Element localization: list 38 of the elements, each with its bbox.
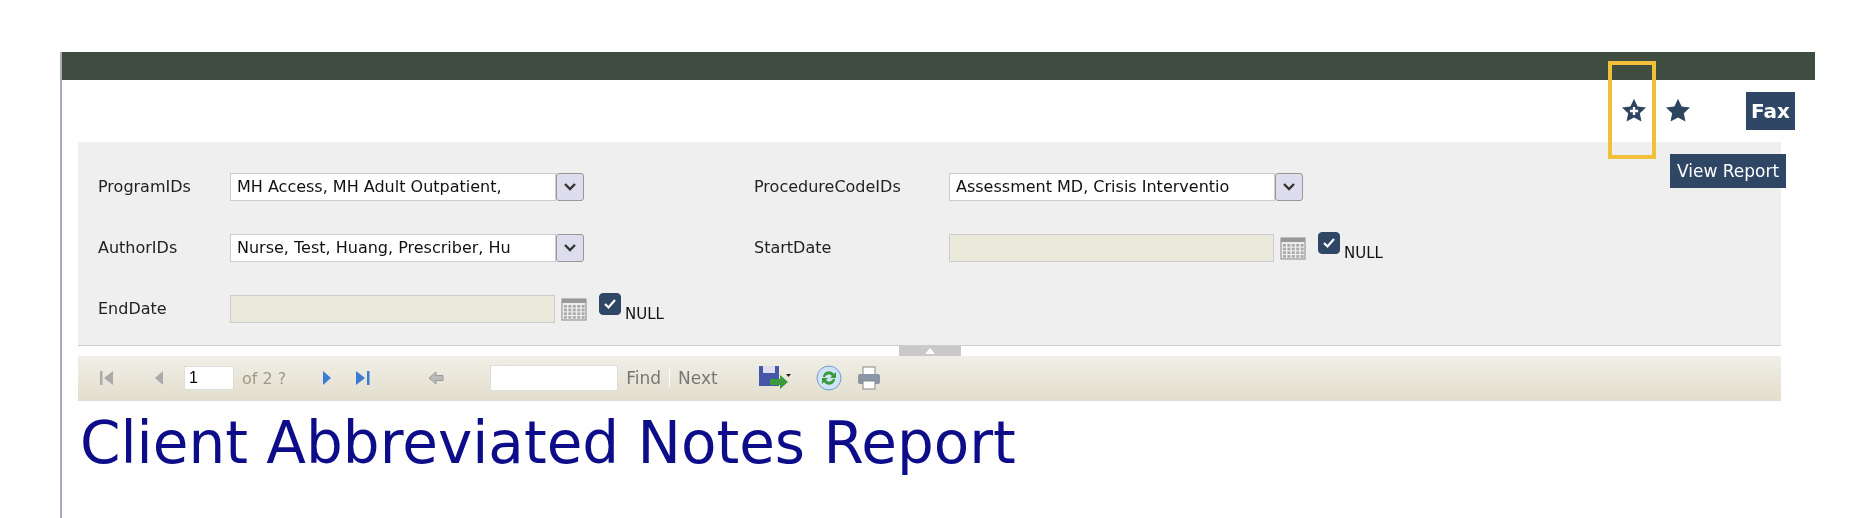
checkmark-icon bbox=[1322, 236, 1336, 249]
dropdown-button[interactable] bbox=[556, 172, 584, 201]
field-label: ProcedureCodeIDs bbox=[754, 177, 902, 196]
first-page-icon[interactable] bbox=[98, 369, 116, 387]
chevron-down-icon bbox=[1282, 181, 1296, 192]
printer-icon[interactable] bbox=[855, 366, 882, 390]
field-label: AuthorIDs bbox=[98, 238, 179, 257]
chevron-down-icon bbox=[563, 181, 577, 192]
null-checkbox[interactable] bbox=[599, 292, 621, 315]
checkbox-label: NULL bbox=[1344, 243, 1383, 262]
checkmark-icon bbox=[603, 297, 617, 310]
last-page-icon[interactable] bbox=[354, 369, 373, 387]
next-link[interactable]: Next bbox=[678, 368, 718, 388]
calendar-icon[interactable] bbox=[561, 296, 587, 321]
page-number-field[interactable]: 1 bbox=[184, 366, 234, 390]
checkbox-label: NULL bbox=[625, 304, 664, 323]
find-link[interactable]: Find bbox=[626, 368, 662, 388]
field-label: StartDate bbox=[754, 238, 833, 257]
report-title: Client Abbreviated Notes Report bbox=[79, 408, 1017, 477]
dropdown-button[interactable] bbox=[1275, 172, 1303, 201]
multiselect-field[interactable]: Nurse, Test, Huang, Prescriber, Hu bbox=[230, 233, 556, 262]
calendar-icon[interactable] bbox=[1280, 235, 1306, 260]
back-arrow-icon[interactable] bbox=[428, 370, 445, 386]
search-field[interactable] bbox=[490, 365, 619, 391]
multiselect-field[interactable]: Assessment MD, Crisis Interventio bbox=[949, 172, 1275, 201]
caret-up-icon bbox=[924, 348, 935, 354]
multiselect-field[interactable]: MH Access, MH Adult Outpatient, bbox=[230, 172, 556, 201]
dropdown-button[interactable] bbox=[556, 233, 584, 262]
fax-button[interactable]: Fax bbox=[1746, 92, 1795, 130]
save-disk-icon[interactable] bbox=[757, 365, 792, 391]
refresh-icon[interactable] bbox=[815, 365, 842, 391]
field-label: ProgramIDs bbox=[98, 177, 192, 196]
page-count: of 2 ? bbox=[242, 368, 287, 388]
chevron-down-icon bbox=[563, 242, 577, 253]
collapse-handle[interactable] bbox=[898, 346, 961, 356]
null-checkbox[interactable] bbox=[1318, 231, 1340, 254]
view-report-button[interactable]: View Report bbox=[1670, 154, 1787, 188]
field-label: EndDate bbox=[98, 299, 168, 318]
